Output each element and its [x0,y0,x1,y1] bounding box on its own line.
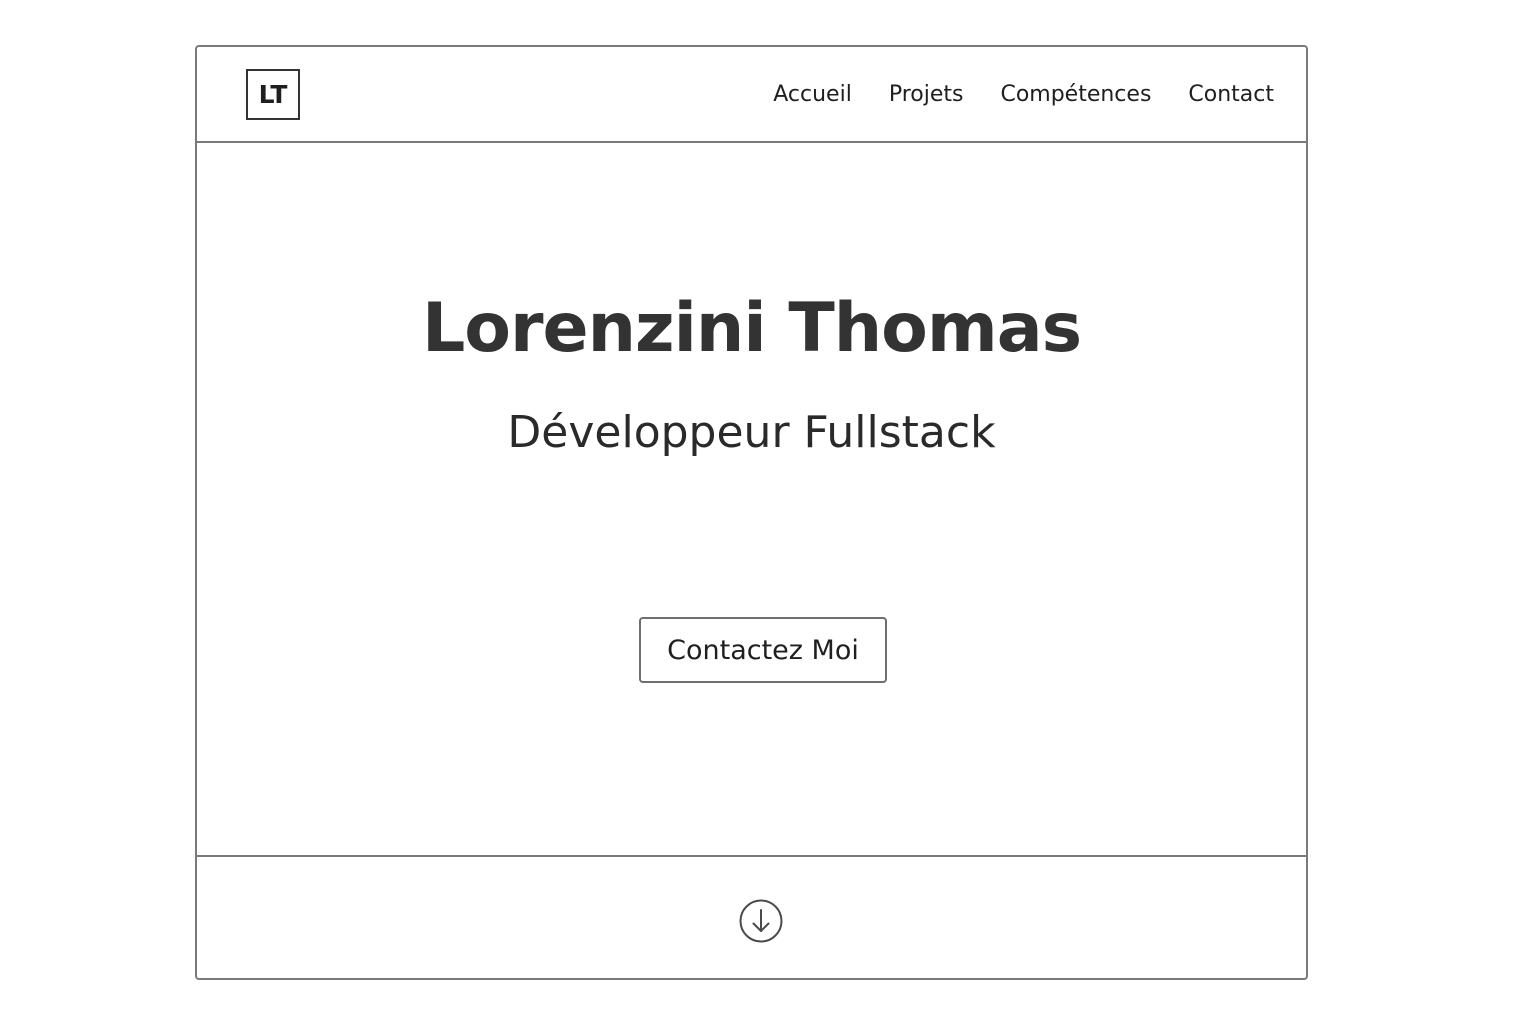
hero-section: Lorenzini Thomas Développeur Fullstack C… [197,143,1306,857]
arrow-down-circle-icon[interactable] [738,898,784,944]
nav-item-projets[interactable]: Projets [889,82,964,107]
hero-title: Lorenzini Thomas [421,289,1082,368]
nav-item-accueil[interactable]: Accueil [773,82,852,107]
footer-section [197,855,1306,978]
nav-item-contact[interactable]: Contact [1188,82,1274,107]
page-frame: LT Accueil Projets Compétences Contact L… [195,45,1308,980]
main-nav: Accueil Projets Compétences Contact [773,47,1274,141]
logo[interactable]: LT [246,69,300,120]
contact-me-button[interactable]: Contactez Moi [639,617,887,683]
hero-subtitle: Développeur Fullstack [507,407,996,458]
nav-item-competences[interactable]: Compétences [1000,82,1151,107]
site-header: LT Accueil Projets Compétences Contact [197,47,1306,143]
